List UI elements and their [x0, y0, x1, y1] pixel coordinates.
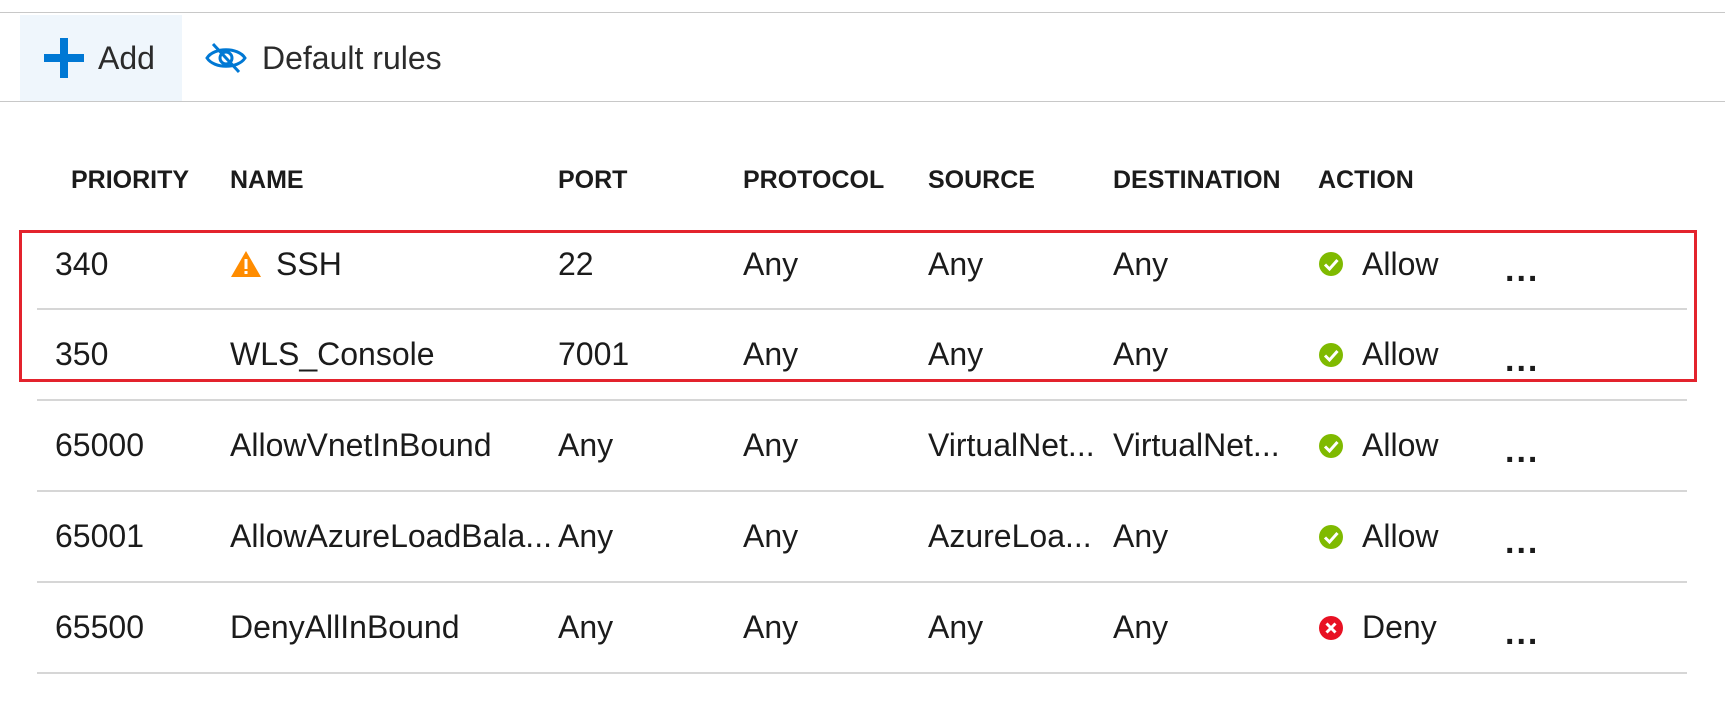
table-header-row: PRIORITY NAME PORT PROTOCOL SOURCE DESTI…: [37, 140, 1687, 220]
cell-priority: 65000: [37, 400, 230, 492]
cell-destination: VirtualNet...: [1113, 400, 1318, 492]
action-label: Allow: [1362, 427, 1439, 463]
cell-action: Allow: [1318, 400, 1505, 492]
cell-source: Any: [928, 582, 1113, 674]
header-name[interactable]: NAME: [230, 140, 558, 220]
cell-priority: 340: [37, 220, 230, 310]
cell-priority: 350: [37, 309, 230, 401]
check-circle-icon: [1319, 524, 1343, 549]
header-source[interactable]: SOURCE: [928, 140, 1113, 220]
cell-more: ...: [1505, 309, 1687, 401]
add-button[interactable]: Add: [20, 15, 182, 101]
table-row[interactable]: 65500 DenyAllInBound Any Any Any Any Den…: [37, 582, 1687, 674]
default-rules-button[interactable]: Default rules: [204, 15, 442, 101]
more-options-button[interactable]: ...: [1505, 341, 1539, 379]
cell-name: SSH: [230, 220, 558, 310]
rule-name: SSH: [276, 245, 342, 282]
warning-triangle-icon: [231, 251, 261, 277]
table-row[interactable]: 65000 AllowVnetInBound Any Any VirtualNe…: [37, 400, 1687, 492]
toolbar: Add Default rules: [0, 13, 1725, 102]
action-label: Deny: [1362, 609, 1437, 645]
action-label: Allow: [1362, 245, 1439, 282]
header-priority[interactable]: PRIORITY: [37, 140, 230, 220]
cell-more: ...: [1505, 400, 1687, 492]
cell-action: Allow: [1318, 220, 1505, 310]
check-circle-icon: [1319, 252, 1343, 276]
header-destination[interactable]: DESTINATION: [1113, 140, 1318, 220]
cell-port: Any: [558, 582, 743, 674]
cell-name: AllowVnetInBound: [230, 400, 558, 492]
inbound-rules-table: PRIORITY NAME PORT PROTOCOL SOURCE DESTI…: [37, 140, 1687, 674]
cell-source: Any: [928, 309, 1113, 401]
table-row[interactable]: 350 WLS_Console 7001 Any Any Any Allow .…: [37, 309, 1687, 401]
action-label: Allow: [1362, 518, 1439, 554]
cell-destination: Any: [1113, 491, 1318, 583]
cell-priority: 65500: [37, 582, 230, 674]
cell-protocol: Any: [743, 309, 928, 401]
cell-source: VirtualNet...: [928, 400, 1113, 492]
rule-name: WLS_Console: [230, 336, 435, 372]
add-button-label: Add: [98, 39, 155, 76]
cell-more: ...: [1505, 491, 1687, 583]
cell-more: ...: [1505, 582, 1687, 674]
cell-name: WLS_Console: [230, 309, 558, 401]
nsg-inbound-rules-page: Add Default rules PRIORITY NAME PORT PRO…: [0, 0, 1725, 708]
cell-action: Allow: [1318, 491, 1505, 583]
cell-protocol: Any: [743, 582, 928, 674]
eye-hidden-icon: [205, 42, 247, 74]
cell-port: 7001: [558, 309, 743, 401]
default-rules-label: Default rules: [262, 39, 442, 76]
cell-source: AzureLoa...: [928, 491, 1113, 583]
header-protocol[interactable]: PROTOCOL: [743, 140, 928, 220]
more-options-button[interactable]: ...: [1505, 614, 1539, 652]
check-circle-icon: [1319, 433, 1343, 458]
cell-port: Any: [558, 400, 743, 492]
action-label: Allow: [1362, 336, 1439, 372]
check-circle-icon: [1319, 342, 1343, 367]
more-options-button[interactable]: ...: [1505, 432, 1539, 470]
x-circle-icon: [1319, 615, 1343, 640]
cell-protocol: Any: [743, 400, 928, 492]
cell-name: DenyAllInBound: [230, 582, 558, 674]
rule-name: AllowVnetInBound: [230, 427, 492, 463]
cell-more: ...: [1505, 220, 1687, 310]
rule-name: AllowAzureLoadBala...: [230, 518, 552, 554]
cell-action: Deny: [1318, 582, 1505, 674]
cell-port: 22: [558, 220, 743, 310]
more-options-button[interactable]: ...: [1505, 251, 1539, 289]
table-row[interactable]: 340 SSH 22 Any Any Any Allow ...: [37, 220, 1687, 310]
cell-action: Allow: [1318, 309, 1505, 401]
plus-icon: [44, 38, 84, 78]
cell-protocol: Any: [743, 491, 928, 583]
header-more: [1505, 140, 1687, 220]
cell-destination: Any: [1113, 309, 1318, 401]
rule-name: DenyAllInBound: [230, 609, 460, 645]
cell-source: Any: [928, 220, 1113, 310]
cell-name: AllowAzureLoadBala...: [230, 491, 558, 583]
table-row[interactable]: 65001 AllowAzureLoadBala... Any Any Azur…: [37, 491, 1687, 583]
header-action[interactable]: ACTION: [1318, 140, 1505, 220]
cell-port: Any: [558, 491, 743, 583]
cell-protocol: Any: [743, 220, 928, 310]
more-options-button[interactable]: ...: [1505, 523, 1539, 561]
cell-destination: Any: [1113, 582, 1318, 674]
cell-destination: Any: [1113, 220, 1318, 310]
header-port[interactable]: PORT: [558, 140, 743, 220]
cell-priority: 65001: [37, 491, 230, 583]
